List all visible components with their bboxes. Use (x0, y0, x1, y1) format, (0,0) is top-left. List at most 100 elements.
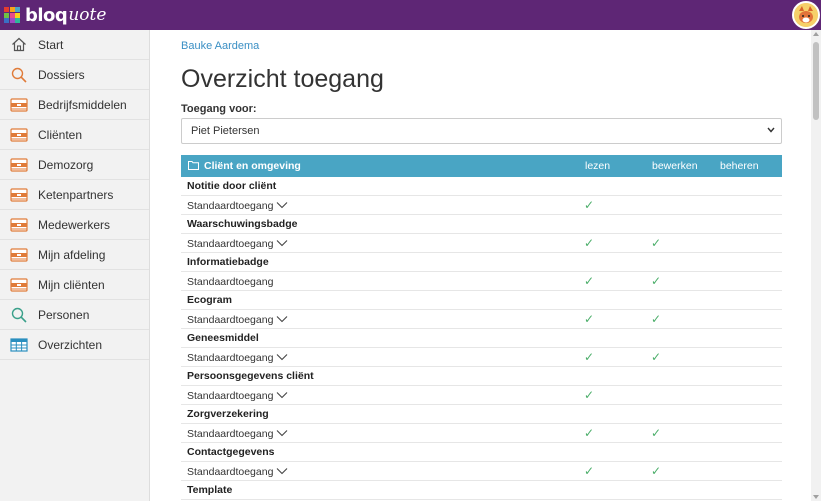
logo-square (4, 7, 9, 12)
folder-icon (188, 161, 199, 170)
access-for-label: Toegang voor: (181, 103, 257, 115)
sidebar-item-bedrijfsmiddelen[interactable]: Bedrijfsmiddelen (0, 90, 149, 120)
logo-square (15, 7, 20, 12)
access-level-label[interactable]: Standaardtoegang (187, 352, 273, 364)
table-row: Standaardtoegang ✓ (181, 196, 782, 215)
sidebar-item-label: Cliënten (38, 127, 83, 142)
edit-check-icon: ✓ (651, 350, 662, 364)
search-icon (10, 67, 28, 83)
logo-square (9, 18, 15, 23)
drawer-icon (10, 187, 28, 203)
logo-script: uote (68, 5, 107, 25)
drawer-icon (10, 157, 28, 173)
scroll-up-arrow-icon[interactable] (813, 32, 819, 36)
chevron-down-icon[interactable] (276, 428, 288, 440)
edit-check-icon: ✓ (651, 312, 662, 326)
sidebar-item-cli-nten[interactable]: Cliënten (0, 120, 149, 150)
access-level-label[interactable]: Standaardtoegang (187, 276, 273, 288)
sidebar-item-mijn-cli-nten[interactable]: Mijn cliënten (0, 270, 149, 300)
read-check-icon: ✓ (584, 464, 595, 478)
chevron-down-icon[interactable] (276, 466, 288, 478)
sidebar-item-label: Mijn cliënten (38, 277, 105, 292)
sidebar: Start Dossiers Bedrijfsmiddelen Cliënten Dem… (0, 30, 150, 501)
chevron-down-icon[interactable] (276, 200, 288, 212)
read-check-icon: ✓ (584, 388, 595, 402)
edit-check-icon: ✓ (651, 236, 662, 250)
scroll-down-arrow-icon[interactable] (813, 495, 819, 499)
access-level-label[interactable]: Standaardtoegang (187, 466, 273, 478)
drawer-icon (10, 217, 28, 233)
sidebar-item-label: Overzichten (38, 337, 103, 352)
table-group-header: Geneesmiddel (181, 329, 782, 348)
sidebar-item-label: Start (38, 37, 64, 52)
edit-check-icon: ✓ (651, 464, 662, 478)
read-check-icon: ✓ (584, 236, 595, 250)
table-icon (10, 337, 28, 353)
logo-square (9, 12, 15, 18)
logo-square (15, 12, 20, 18)
sidebar-item-dossiers[interactable]: Dossiers (0, 60, 149, 90)
home-icon (10, 37, 28, 53)
read-check-icon: ✓ (584, 426, 595, 440)
read-check-icon: ✓ (584, 350, 595, 364)
column-read: lezen (585, 160, 611, 172)
edit-check-icon: ✓ (651, 426, 662, 440)
logo-mark-icon (4, 7, 20, 23)
breadcrumb[interactable]: Bauke Aardema (181, 40, 259, 52)
access-level-label[interactable]: Standaardtoegang (187, 200, 273, 212)
scrollbar[interactable] (811, 30, 821, 501)
chevron-down-icon[interactable] (276, 314, 288, 326)
logo-text: bloq (25, 4, 68, 26)
column-manage: beheren (720, 160, 759, 172)
access-level-label[interactable]: Standaardtoegang (187, 390, 273, 402)
app-logo[interactable]: bloq uote (4, 4, 107, 26)
table-group-header: Persoonsgegevens cliënt (181, 367, 782, 386)
table-group-header: Ecogram (181, 291, 782, 310)
table-group-header: Informatiebadge (181, 253, 782, 272)
sidebar-item-ketenpartners[interactable]: Ketenpartners (0, 180, 149, 210)
edit-check-icon: ✓ (651, 274, 662, 288)
access-table: Cliënt en omgeving lezen bewerken behere… (181, 155, 782, 500)
sidebar-item-mijn-afdeling[interactable]: Mijn afdeling (0, 240, 149, 270)
table-row: Standaardtoegang ✓ ✓ (181, 272, 782, 291)
sidebar-item-personen[interactable]: Personen (0, 300, 149, 330)
access-level-label[interactable]: Standaardtoegang (187, 428, 273, 440)
drawer-icon (10, 247, 28, 263)
logo-square (4, 12, 9, 18)
logo-square (4, 18, 9, 23)
table-row: Standaardtoegang ✓ (181, 386, 782, 405)
chevron-down-icon[interactable] (276, 390, 288, 402)
logo-square (15, 18, 20, 23)
sidebar-item-label: Demozorg (38, 157, 94, 172)
sidebar-item-medewerkers[interactable]: Medewerkers (0, 210, 149, 240)
chevron-down-icon[interactable] (276, 238, 288, 250)
column-edit: bewerken (652, 160, 698, 172)
page-title: Overzicht toegang (181, 65, 384, 93)
access-level-label[interactable]: Standaardtoegang (187, 314, 273, 326)
read-check-icon: ✓ (584, 274, 595, 288)
sidebar-item-start[interactable]: Start (0, 30, 149, 60)
drawer-icon (10, 277, 28, 293)
fox-avatar-icon (794, 3, 818, 27)
sidebar-item-demozorg[interactable]: Demozorg (0, 150, 149, 180)
access-level-label[interactable]: Standaardtoegang (187, 238, 273, 250)
table-group-header: Contactgegevens (181, 443, 782, 462)
sidebar-item-overzichten[interactable]: Overzichten (0, 330, 149, 360)
logo-square (9, 7, 15, 12)
read-check-icon: ✓ (584, 198, 595, 212)
access-for-select[interactable]: Piet Pietersen (181, 118, 782, 144)
search-icon (10, 307, 28, 323)
chevron-down-icon[interactable] (276, 352, 288, 364)
table-row: Standaardtoegang ✓ ✓ (181, 234, 782, 253)
table-group-header: Zorgverzekering (181, 405, 782, 424)
table-row: Standaardtoegang ✓ ✓ (181, 462, 782, 481)
sidebar-item-label: Mijn afdeling (38, 247, 106, 262)
sidebar-item-label: Personen (38, 307, 90, 322)
sidebar-item-label: Medewerkers (38, 217, 111, 232)
table-group-header: Template (181, 481, 782, 500)
section-title: Cliënt en omgeving (204, 160, 301, 172)
table-header: Cliënt en omgeving lezen bewerken behere… (181, 155, 782, 177)
chevron-down-icon (767, 127, 775, 133)
scrollbar-thumb[interactable] (813, 42, 819, 120)
user-avatar[interactable] (792, 1, 820, 29)
